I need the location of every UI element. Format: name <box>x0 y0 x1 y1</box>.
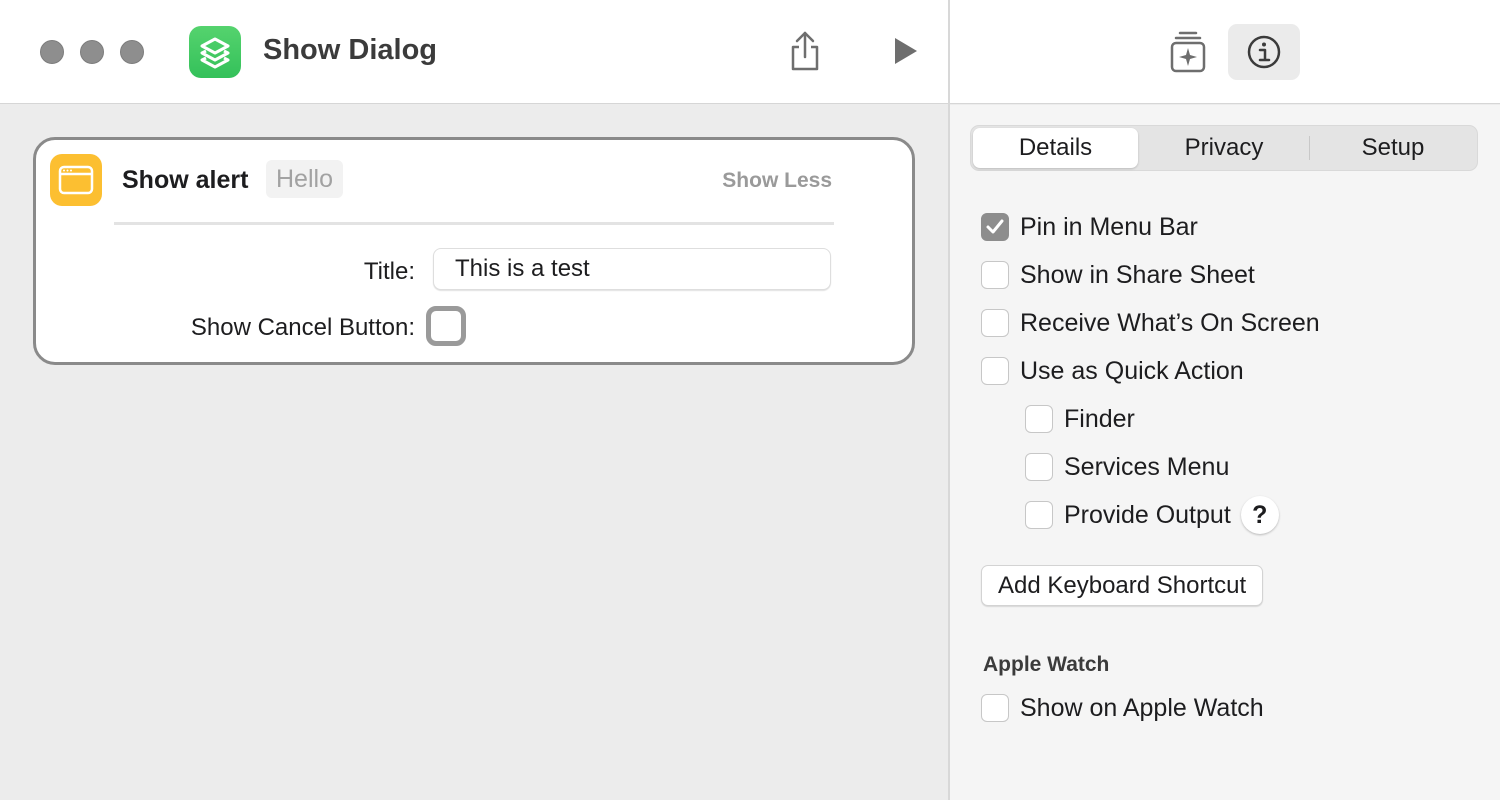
receive-whats-on-screen-checkbox[interactable] <box>981 309 1009 337</box>
option-label: Receive What’s On Screen <box>1020 308 1320 337</box>
option-label: Services Menu <box>1064 452 1230 481</box>
inspector-toolbar <box>950 0 1500 104</box>
shortcuts-icon[interactable] <box>189 26 241 78</box>
alert-window-icon <box>50 154 102 206</box>
services-menu-checkbox[interactable] <box>1025 453 1053 481</box>
shortcuts-window: Show Dialog Show alert Hello Show Less T… <box>0 0 1500 800</box>
message-token[interactable]: Hello <box>266 160 343 198</box>
editor-toolbar: Show Dialog <box>0 0 948 104</box>
run-button[interactable] <box>882 28 928 74</box>
option-label: Provide Output <box>1064 500 1231 529</box>
tab-setup[interactable]: Setup <box>1309 128 1477 168</box>
action-divider <box>114 222 834 225</box>
action-name: Show alert <box>122 166 249 194</box>
minimize-window-button[interactable] <box>80 40 104 64</box>
option-label: Pin in Menu Bar <box>1020 212 1198 241</box>
show-in-share-sheet-checkbox[interactable] <box>981 261 1009 289</box>
finder-checkbox[interactable] <box>1025 405 1053 433</box>
tab-privacy[interactable]: Privacy <box>1141 128 1307 168</box>
tab-details[interactable]: Details <box>973 128 1138 168</box>
pin-in-menu-bar-option[interactable]: Pin in Menu Bar <box>981 211 1198 243</box>
show-alert-action[interactable]: Show alert Hello Show Less Title: Show C… <box>33 137 915 365</box>
title-field[interactable] <box>433 248 831 290</box>
info-icon <box>1247 35 1281 69</box>
receive-whats-on-screen-option[interactable]: Receive What’s On Screen <box>981 307 1320 339</box>
help-button[interactable]: ? <box>1240 496 1279 534</box>
option-label: Finder <box>1064 404 1135 433</box>
checkmark-icon <box>986 219 1004 234</box>
window-title: Show Dialog <box>263 34 437 66</box>
share-button[interactable] <box>782 26 828 76</box>
info-button[interactable] <box>1228 24 1300 80</box>
option-label: Show on Apple Watch <box>1020 693 1264 722</box>
share-icon <box>791 31 819 71</box>
show-on-apple-watch-option[interactable]: Show on Apple Watch <box>981 692 1264 724</box>
cancel-button-label: Show Cancel Button: <box>190 314 415 341</box>
inspector-panel: Details Privacy Setup Pin in Menu Bar Sh… <box>950 105 1500 800</box>
services-menu-option[interactable]: Services Menu <box>1025 451 1229 483</box>
close-window-button[interactable] <box>40 40 64 64</box>
add-keyboard-shortcut-button[interactable]: Add Keyboard Shortcut <box>981 565 1264 606</box>
option-label: Show in Share Sheet <box>1020 260 1255 289</box>
option-label: Use as Quick Action <box>1020 356 1244 385</box>
show-cancel-button-checkbox[interactable] <box>426 306 466 346</box>
inspector-tabs: Details Privacy Setup <box>970 125 1478 171</box>
play-icon <box>895 38 917 64</box>
use-as-quick-action-option[interactable]: Use as Quick Action <box>981 355 1244 387</box>
show-less-button[interactable]: Show Less <box>722 169 832 193</box>
action-library-button[interactable] <box>1162 26 1214 78</box>
apple-watch-heading: Apple Watch <box>983 653 1110 676</box>
action-library-icon <box>1170 31 1206 73</box>
zoom-window-button[interactable] <box>120 40 144 64</box>
finder-option[interactable]: Finder <box>1025 403 1135 435</box>
show-on-apple-watch-checkbox[interactable] <box>981 694 1009 722</box>
provide-output-option[interactable]: Provide Output ? <box>1025 496 1279 534</box>
show-in-share-sheet-option[interactable]: Show in Share Sheet <box>981 259 1255 291</box>
title-label: Title: <box>363 258 415 285</box>
provide-output-checkbox[interactable] <box>1025 501 1053 529</box>
use-as-quick-action-checkbox[interactable] <box>981 357 1009 385</box>
shortcut-editor: Show alert Hello Show Less Title: Show C… <box>0 105 948 800</box>
pin-in-menu-bar-checkbox[interactable] <box>981 213 1009 241</box>
